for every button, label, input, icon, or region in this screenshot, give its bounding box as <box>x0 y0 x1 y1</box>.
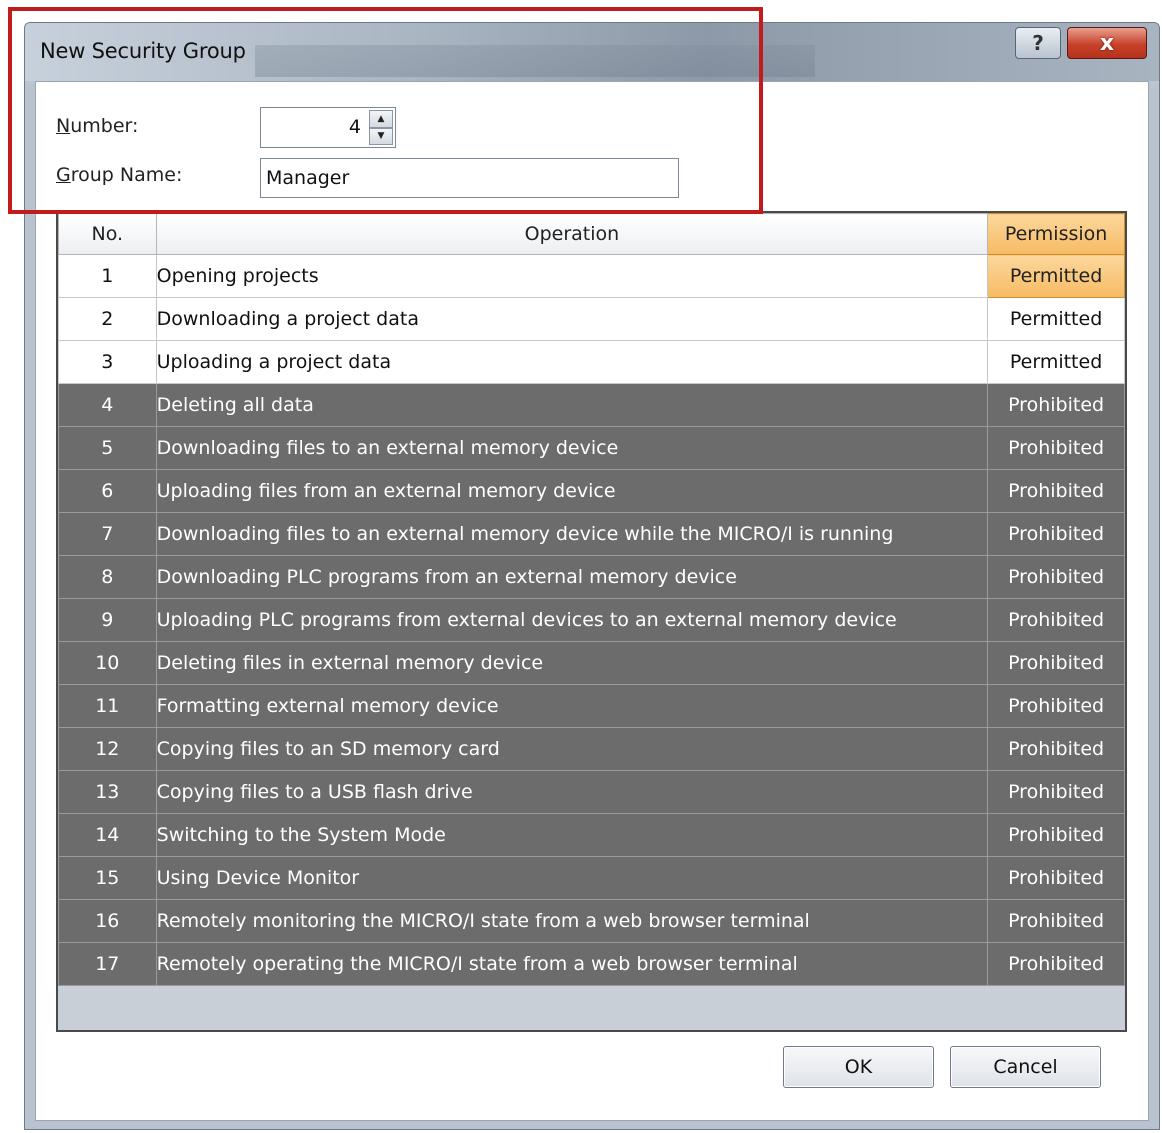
permission-cell[interactable]: Prohibited <box>987 727 1125 771</box>
table-row[interactable]: 11 Formatting external memory device Prohi… <box>58 684 1125 728</box>
table-row[interactable]: 17 Remotely operating the MICRO/I state f… <box>58 942 1125 986</box>
close-button[interactable]: x <box>1067 27 1147 59</box>
number-stepper[interactable]: 4 ▲ ▼ <box>260 107 396 148</box>
permission-cell[interactable]: Prohibited <box>987 856 1125 900</box>
table-row[interactable]: 2 Downloading a project data Permitted <box>58 297 1125 341</box>
table-row[interactable]: 1 Opening projects Permitted <box>58 254 1125 298</box>
help-button[interactable]: ? <box>1015 27 1061 59</box>
operation-cell: Uploading PLC programs from external dev… <box>155 598 989 642</box>
dialog-title: New Security Group <box>40 39 246 63</box>
permission-cell[interactable]: Prohibited <box>987 813 1125 857</box>
spin-control: ▲ ▼ <box>369 110 393 145</box>
column-header-permission[interactable]: Permission <box>987 213 1125 255</box>
ok-button[interactable]: OK <box>783 1046 934 1088</box>
row-number-cell: 6 <box>58 469 157 513</box>
operation-cell: Remotely operating the MICRO/I state fro… <box>155 942 989 986</box>
spin-down-arrow-icon[interactable]: ▼ <box>369 127 393 145</box>
number-label: Number: <box>56 115 139 137</box>
row-number-cell: 9 <box>58 598 157 642</box>
table-row[interactable]: 12 Copying files to an SD memory card Proh… <box>58 727 1125 771</box>
permission-cell[interactable]: Prohibited <box>987 770 1125 814</box>
table-row[interactable]: 15 Using Device Monitor Prohibited <box>58 856 1125 900</box>
operation-cell: Using Device Monitor <box>155 856 989 900</box>
row-number-cell: 16 <box>58 899 157 943</box>
table-row[interactable]: 9 Uploading PLC programs from external de… <box>58 598 1125 642</box>
permission-cell[interactable]: Prohibited <box>987 383 1125 427</box>
operation-cell: Downloading PLC programs from an externa… <box>155 555 989 599</box>
row-number-cell: 2 <box>58 297 157 341</box>
table-row[interactable]: 6 Uploading files from an external memory… <box>58 469 1125 513</box>
permission-cell[interactable]: Prohibited <box>987 942 1125 986</box>
operation-cell: Downloading files to an external memory … <box>155 512 989 556</box>
row-number-cell: 15 <box>58 856 157 900</box>
permission-cell[interactable]: Prohibited <box>987 899 1125 943</box>
permission-cell[interactable]: Prohibited <box>987 641 1125 685</box>
row-number-cell: 5 <box>58 426 157 470</box>
permission-cell[interactable]: Permitted <box>987 254 1125 298</box>
permission-cell[interactable]: Prohibited <box>987 512 1125 556</box>
group-name-input[interactable]: Manager <box>260 158 679 198</box>
operation-cell: Copying files to a USB flash drive <box>155 770 989 814</box>
operation-cell: Downloading a project data <box>155 297 989 341</box>
row-number-cell: 7 <box>58 512 157 556</box>
security-group-dialog: New Security Group ? x Number: 4 ▲ ▼ Gro… <box>24 22 1160 1130</box>
row-number-cell: 17 <box>58 942 157 986</box>
table-row[interactable]: 10 Deleting files in external memory devi… <box>58 641 1125 685</box>
cancel-button[interactable]: Cancel <box>950 1046 1101 1088</box>
table-row[interactable]: 3 Uploading a project data Permitted <box>58 340 1125 384</box>
permission-cell[interactable]: Prohibited <box>987 555 1125 599</box>
operation-cell: Uploading files from an external memory … <box>155 469 989 513</box>
permission-cell[interactable]: Prohibited <box>987 598 1125 642</box>
table-row[interactable]: 16 Remotely monitoring the MICRO/I state … <box>58 899 1125 943</box>
operation-cell: Uploading a project data <box>155 340 989 384</box>
row-number-cell: 3 <box>58 340 157 384</box>
table-row[interactable]: 13 Copying files to a USB flash drive Proh… <box>58 770 1125 814</box>
row-number-cell: 1 <box>58 254 157 298</box>
title-bar[interactable]: New Security Group ? x <box>25 23 1159 81</box>
table-row[interactable]: 14 Switching to the System Mode Prohibited <box>58 813 1125 857</box>
permission-cell[interactable]: Prohibited <box>987 684 1125 728</box>
row-number-cell: 10 <box>58 641 157 685</box>
column-header-operation[interactable]: Operation <box>155 213 989 255</box>
permissions-table: No. Operation Permission 1 Opening projec… <box>56 211 1127 1032</box>
permission-cell[interactable]: Permitted <box>987 340 1125 384</box>
table-header-row: No. Operation Permission <box>58 213 1125 255</box>
operation-cell: Formatting external memory device <box>155 684 989 728</box>
operation-cell: Downloading files to an external memory … <box>155 426 989 470</box>
number-value: 4 <box>348 116 361 138</box>
table-row[interactable]: 5 Downloading files to an external memory… <box>58 426 1125 470</box>
row-number-cell: 13 <box>58 770 157 814</box>
operation-cell: Remotely monitoring the MICRO/I state fr… <box>155 899 989 943</box>
help-icon: ? <box>1032 31 1044 55</box>
close-icon: x <box>1099 30 1115 56</box>
operation-cell: Switching to the System Mode <box>155 813 989 857</box>
operation-cell: Opening projects <box>155 254 989 298</box>
dialog-client-area: Number: 4 ▲ ▼ Group Name: Manager No. Op… <box>35 81 1149 1121</box>
row-number-cell: 14 <box>58 813 157 857</box>
permission-cell[interactable]: Prohibited <box>987 426 1125 470</box>
operation-cell: Copying files to an SD memory card <box>155 727 989 771</box>
row-number-cell: 11 <box>58 684 157 728</box>
table-row[interactable]: 8 Downloading PLC programs from an extern… <box>58 555 1125 599</box>
group-name-label: Group Name: <box>56 164 183 186</box>
operation-cell: Deleting files in external memory device <box>155 641 989 685</box>
spin-up-arrow-icon[interactable]: ▲ <box>369 110 393 128</box>
permission-cell[interactable]: Permitted <box>987 297 1125 341</box>
row-number-cell: 12 <box>58 727 157 771</box>
operation-cell: Deleting all data <box>155 383 989 427</box>
background-window-ghost <box>255 45 815 77</box>
row-number-cell: 8 <box>58 555 157 599</box>
table-row[interactable]: 4 Deleting all data Prohibited <box>58 383 1125 427</box>
table-row[interactable]: 7 Downloading files to an external memory… <box>58 512 1125 556</box>
column-header-no[interactable]: No. <box>58 213 157 255</box>
permission-cell[interactable]: Prohibited <box>987 469 1125 513</box>
row-number-cell: 4 <box>58 383 157 427</box>
